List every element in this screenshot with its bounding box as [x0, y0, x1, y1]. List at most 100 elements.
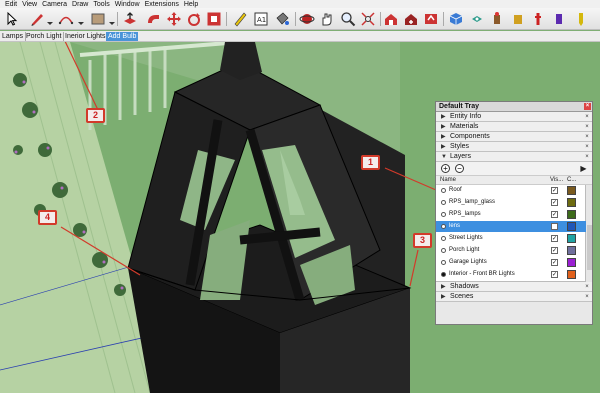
- panel-materials[interactable]: ▶ Materials ×: [436, 122, 592, 132]
- layer-color-swatch[interactable]: [567, 222, 576, 231]
- layer-visible-checkbox[interactable]: ✓: [551, 235, 558, 242]
- layer-visible-checkbox[interactable]: ✓: [551, 271, 558, 278]
- layer-name[interactable]: Interior - Front BR Lights: [449, 269, 515, 280]
- active-layer-radio[interactable]: [441, 248, 446, 253]
- layer-color-swatch[interactable]: [567, 186, 576, 195]
- active-layer-radio[interactable]: [441, 212, 446, 217]
- close-icon[interactable]: ×: [584, 154, 590, 160]
- tab-lamps[interactable]: Lamps: [0, 32, 27, 41]
- layer-row[interactable]: Garage Lights ✓: [436, 257, 586, 268]
- remove-layer-icon[interactable]: −: [455, 164, 464, 173]
- paint-bucket-icon[interactable]: [274, 11, 290, 27]
- layer-visible-checkbox[interactable]: ✓: [551, 211, 558, 218]
- tab-inerior-lights[interactable]: Inerior Lights: [63, 32, 109, 41]
- layer-name[interactable]: Roof: [449, 185, 462, 196]
- layer-name[interactable]: Street Lights: [449, 233, 483, 244]
- panel-styles[interactable]: ▶ Styles ×: [436, 142, 592, 152]
- line-pencil-icon[interactable]: [29, 11, 45, 27]
- layer-name[interactable]: Garage Lights: [449, 257, 487, 268]
- layer-visible-checkbox[interactable]: ✓: [551, 187, 558, 194]
- layers-column-header: Name Vis... C...: [436, 176, 592, 185]
- select-arrow-icon[interactable]: [4, 11, 20, 27]
- right-view-icon[interactable]: [510, 11, 526, 27]
- layer-name[interactable]: lens: [449, 221, 460, 232]
- bottom-view-icon[interactable]: [573, 11, 589, 27]
- layer-color-swatch[interactable]: [567, 210, 576, 219]
- close-icon[interactable]: ×: [584, 134, 590, 140]
- layer-row[interactable]: Roof ✓: [436, 185, 586, 196]
- close-icon[interactable]: ×: [584, 124, 590, 130]
- chevron-down-icon[interactable]: [47, 22, 53, 25]
- layer-name[interactable]: RPS_lamps: [449, 209, 481, 220]
- layer-row[interactable]: RPS_lamp_glass ✓: [436, 197, 586, 208]
- close-icon[interactable]: ×: [584, 294, 590, 300]
- panel-layers[interactable]: ▼ Layers ×: [436, 152, 592, 162]
- pan-icon[interactable]: [319, 11, 335, 27]
- layer-color-swatch[interactable]: [567, 258, 576, 267]
- warehouse-icon[interactable]: [383, 11, 399, 27]
- active-layer-radio[interactable]: [441, 260, 446, 265]
- close-icon[interactable]: ×: [584, 284, 590, 290]
- push-pull-icon[interactable]: [122, 11, 138, 27]
- column-visible[interactable]: Vis...: [550, 176, 563, 185]
- layer-row[interactable]: RPS_lamps ✓: [436, 209, 586, 220]
- close-icon[interactable]: ×: [584, 114, 590, 120]
- zoom-extents-icon[interactable]: [360, 11, 376, 27]
- zoom-icon[interactable]: [340, 11, 356, 27]
- active-layer-radio[interactable]: [441, 236, 446, 241]
- active-layer-radio[interactable]: [441, 272, 446, 277]
- close-icon[interactable]: ×: [584, 144, 590, 150]
- share-model-icon[interactable]: [423, 11, 439, 27]
- active-layer-radio[interactable]: [441, 188, 446, 193]
- layer-visible-checkbox[interactable]: ✓: [551, 247, 558, 254]
- column-name[interactable]: Name: [440, 176, 456, 185]
- chevron-down-icon[interactable]: [78, 22, 84, 25]
- panel-entity-info[interactable]: ▶ Entity Info ×: [436, 112, 592, 122]
- chevron-down-icon[interactable]: [109, 22, 115, 25]
- iso-view-icon[interactable]: [448, 11, 464, 27]
- callout-4: 4: [38, 210, 57, 225]
- extension-warehouse-icon[interactable]: [403, 11, 419, 27]
- layer-row[interactable]: lens: [436, 221, 586, 232]
- details-arrow-icon[interactable]: ▶: [579, 164, 588, 173]
- move-icon[interactable]: [166, 11, 182, 27]
- layer-row[interactable]: Street Lights ✓: [436, 233, 586, 244]
- layer-name[interactable]: Porch Light: [449, 245, 479, 256]
- top-view-icon[interactable]: [469, 11, 485, 27]
- tab-add-bulb[interactable]: Add Bulb: [106, 32, 139, 41]
- rotate-icon[interactable]: [186, 11, 202, 27]
- left-view-icon[interactable]: [551, 11, 567, 27]
- offset-icon[interactable]: [206, 11, 222, 27]
- add-layer-icon[interactable]: +: [441, 164, 450, 173]
- active-layer-radio[interactable]: [441, 224, 446, 229]
- layer-visible-checkbox[interactable]: [551, 223, 558, 230]
- follow-me-icon[interactable]: [145, 11, 161, 27]
- front-view-icon[interactable]: [489, 11, 505, 27]
- layer-color-swatch[interactable]: [567, 198, 576, 207]
- back-view-icon[interactable]: [530, 11, 546, 27]
- text-icon[interactable]: A1: [253, 11, 269, 27]
- scroll-thumb[interactable]: [587, 225, 592, 270]
- layer-visible-checkbox[interactable]: ✓: [551, 259, 558, 266]
- column-color[interactable]: C...: [567, 176, 576, 185]
- menu-bar: Edit View Camera Draw Tools Window Extensions H…: [0, 0, 600, 8]
- panel-shadows[interactable]: ▶ Shadows ×: [436, 282, 592, 292]
- orbit-icon[interactable]: [299, 11, 315, 27]
- close-icon[interactable]: ×: [584, 103, 591, 110]
- arc-icon[interactable]: [58, 11, 74, 27]
- layers-scrollbar[interactable]: [585, 185, 592, 282]
- layer-name[interactable]: RPS_lamp_glass: [449, 197, 495, 208]
- panel-components[interactable]: ▶ Components ×: [436, 132, 592, 142]
- expand-arrow-icon: ▶: [441, 124, 446, 130]
- layer-row[interactable]: Porch Light ✓: [436, 245, 586, 256]
- active-layer-radio[interactable]: [441, 200, 446, 205]
- layer-color-swatch[interactable]: [567, 234, 576, 243]
- layer-color-swatch[interactable]: [567, 270, 576, 279]
- rectangle-icon[interactable]: [90, 11, 106, 27]
- layer-visible-checkbox[interactable]: ✓: [551, 199, 558, 206]
- panel-scenes[interactable]: ▶ Scenes ×: [436, 292, 592, 302]
- tape-measure-icon[interactable]: [232, 11, 248, 27]
- layer-row[interactable]: Interior - Front BR Lights ✓: [436, 269, 586, 280]
- layer-color-swatch[interactable]: [567, 246, 576, 255]
- tab-porch-light[interactable]: Porch Light: [24, 32, 65, 41]
